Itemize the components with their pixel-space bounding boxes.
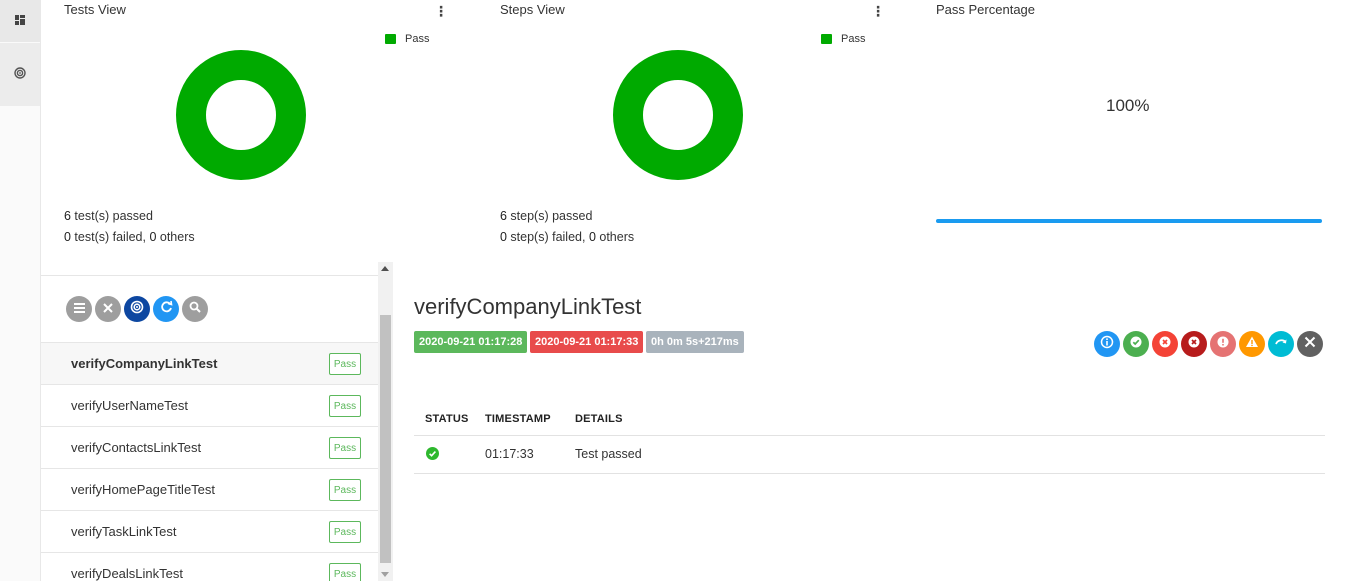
test-name: verifyContactsLinkTest bbox=[71, 440, 202, 455]
fatal-icon bbox=[1187, 335, 1201, 354]
pass-legend-swatch bbox=[385, 34, 396, 44]
refresh-icon bbox=[160, 300, 173, 318]
status-badge: Pass bbox=[329, 479, 361, 501]
steps-summary: 6 step(s) passed 0 step(s) failed, 0 oth… bbox=[500, 206, 634, 248]
pass-percentage-bar bbox=[936, 219, 1322, 223]
log-timestamp: 01:17:33 bbox=[485, 447, 534, 461]
test-list-item[interactable]: verifyTaskLinkTest Pass bbox=[41, 510, 378, 552]
tests-others-text: others bbox=[156, 230, 195, 244]
tests-donut-chart bbox=[176, 50, 306, 180]
dashboard-icon bbox=[15, 12, 25, 30]
filter-fail-button[interactable] bbox=[1152, 331, 1178, 357]
test-list-item[interactable]: verifyContactsLinkTest Pass bbox=[41, 426, 378, 468]
list-icon bbox=[73, 300, 85, 318]
steps-passed-text: step(s) passed bbox=[506, 209, 593, 223]
tests-failed-text: test(s) failed, bbox=[70, 230, 150, 244]
table-header-divider bbox=[414, 435, 1325, 436]
scroll-down-arrow-icon[interactable] bbox=[381, 572, 389, 577]
tests-view-title: Tests View bbox=[64, 2, 126, 17]
steps-others-text: others bbox=[595, 230, 635, 244]
close-icon bbox=[103, 300, 113, 318]
tests-summary: 6 test(s) passed 0 test(s) failed, 0 oth… bbox=[64, 206, 195, 248]
steps-view-title: Steps View bbox=[500, 2, 565, 17]
steps-failed-count: 0 bbox=[500, 230, 507, 244]
filter-pass-button[interactable] bbox=[1123, 331, 1149, 357]
log-status-filters bbox=[1094, 331, 1323, 357]
pass-legend-label: Pass bbox=[841, 33, 866, 45]
pass-check-icon bbox=[426, 447, 439, 465]
steps-others-count: 0 bbox=[588, 230, 596, 244]
clear-button[interactable] bbox=[95, 296, 121, 322]
steps-view-legend[interactable]: Pass bbox=[821, 33, 865, 45]
status-badge: Pass bbox=[329, 395, 361, 417]
nav-dashboard[interactable] bbox=[0, 0, 40, 42]
left-nav-rail bbox=[0, 0, 41, 581]
skip-icon bbox=[1274, 335, 1288, 354]
filter-skip-button[interactable] bbox=[1268, 331, 1294, 357]
status-badge: Pass bbox=[329, 521, 361, 543]
test-name: verifyHomePageTitleTest bbox=[71, 482, 216, 497]
test-name: verifyDealsLinkTest bbox=[71, 566, 183, 581]
search-icon bbox=[189, 300, 201, 318]
test-detail-title: verifyCompanyLinkTest bbox=[414, 294, 642, 319]
steps-view-menu-icon[interactable]: ⋮ bbox=[871, 4, 885, 18]
radar-icon bbox=[14, 66, 26, 84]
test-name: verifyTaskLinkTest bbox=[71, 524, 177, 539]
tests-pass-slice bbox=[176, 50, 306, 180]
col-header-details: DETAILS bbox=[575, 413, 623, 425]
filter-error-button[interactable] bbox=[1210, 331, 1236, 357]
duration-label: 0h 0m 5s+217ms bbox=[646, 331, 744, 353]
filter-fatal-button[interactable] bbox=[1181, 331, 1207, 357]
pass-percentage-value: 100% bbox=[1106, 96, 1150, 115]
status-badge: Pass bbox=[329, 437, 361, 459]
status-badge: Pass bbox=[329, 353, 361, 375]
col-header-timestamp: TIMESTAMP bbox=[485, 413, 551, 425]
col-header-status: STATUS bbox=[425, 413, 469, 425]
status-badge: Pass bbox=[329, 563, 361, 581]
clear-filter-button[interactable] bbox=[1297, 331, 1323, 357]
start-time-label: 2020-09-21 01:17:28 bbox=[414, 331, 528, 353]
toggle-view-button[interactable] bbox=[66, 296, 92, 322]
fail-icon bbox=[1158, 335, 1172, 354]
status-filter-button[interactable] bbox=[124, 296, 150, 322]
scroll-up-arrow-icon[interactable] bbox=[381, 266, 389, 271]
pass-percentage-title: Pass Percentage bbox=[936, 2, 1036, 17]
steps-passed-count: 6 bbox=[500, 209, 507, 223]
steps-failed-text: step(s) failed, bbox=[506, 230, 589, 244]
pass-legend-label: Pass bbox=[405, 33, 430, 45]
steps-donut-chart bbox=[613, 50, 743, 180]
pass-legend-swatch bbox=[821, 34, 832, 44]
nav-tests[interactable] bbox=[0, 43, 40, 106]
test-list-toolbar bbox=[66, 296, 208, 322]
warning-icon bbox=[1245, 335, 1259, 354]
test-name: verifyCompanyLinkTest bbox=[71, 356, 218, 371]
table-row-divider bbox=[414, 473, 1325, 474]
test-name: verifyUserNameTest bbox=[71, 398, 189, 413]
search-button[interactable] bbox=[182, 296, 208, 322]
test-list-item[interactable]: verifyHomePageTitleTest Pass bbox=[41, 468, 378, 510]
test-list-item[interactable]: verifyDealsLinkTest Pass bbox=[41, 552, 378, 581]
end-time-label: 2020-09-21 01:17:33 bbox=[530, 331, 644, 353]
radar-icon bbox=[130, 300, 144, 319]
test-list-panel: verifyCompanyLinkTest Pass verifyUserNam… bbox=[41, 275, 378, 581]
steps-pass-slice bbox=[613, 50, 743, 180]
info-icon bbox=[1100, 335, 1114, 354]
tests-failed-count: 0 bbox=[64, 230, 71, 244]
clear-filter-icon bbox=[1304, 335, 1316, 353]
filter-warning-button[interactable] bbox=[1239, 331, 1265, 357]
tests-passed-text: test(s) passed bbox=[70, 209, 153, 223]
tests-view-legend[interactable]: Pass bbox=[385, 33, 429, 45]
test-list-item[interactable]: verifyCompanyLinkTest Pass bbox=[41, 342, 378, 384]
refresh-button[interactable] bbox=[153, 296, 179, 322]
test-list-scrollbar[interactable] bbox=[378, 262, 393, 581]
filter-info-button[interactable] bbox=[1094, 331, 1120, 357]
error-icon bbox=[1216, 335, 1230, 354]
check-icon bbox=[1129, 335, 1143, 354]
tests-view-menu-icon[interactable]: ⋮ bbox=[434, 4, 448, 18]
scrollbar-thumb[interactable] bbox=[380, 315, 391, 563]
log-details: Test passed bbox=[575, 447, 642, 461]
test-list-item[interactable]: verifyUserNameTest Pass bbox=[41, 384, 378, 426]
tests-passed-count: 6 bbox=[64, 209, 71, 223]
